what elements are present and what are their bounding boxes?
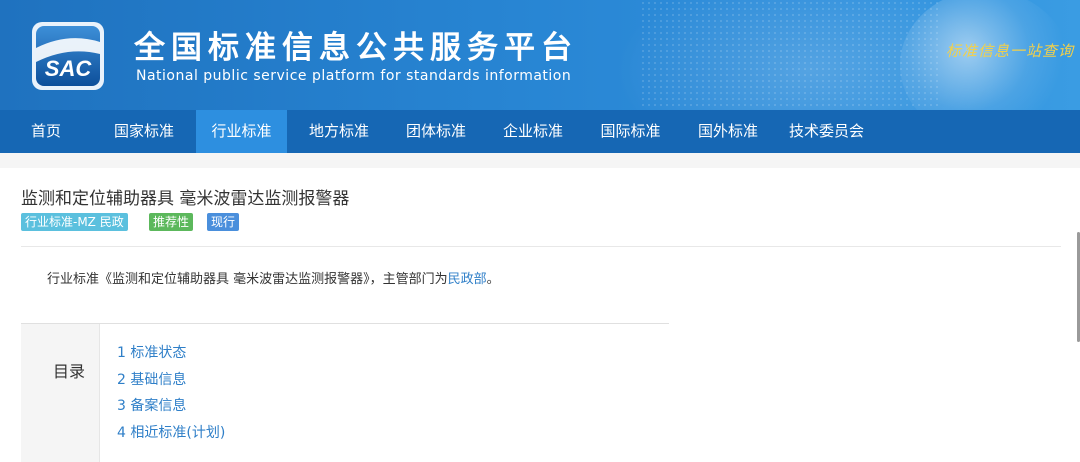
site-subtitle: National public service platform for sta…: [136, 68, 572, 84]
authority-link[interactable]: 民政部: [448, 272, 487, 287]
toc-link-filing-info[interactable]: 3 备案信息: [117, 395, 186, 415]
nav-enterprise-standards[interactable]: 企业标准: [488, 110, 578, 153]
nav-national-standards[interactable]: 国家标准: [99, 110, 189, 153]
main-nav: 首页 国家标准 行业标准 地方标准 团体标准 企业标准 国际标准 国外标准 技术…: [0, 110, 1080, 153]
toc-heading-cell: 目录: [21, 324, 100, 462]
standard-title: 监测和定位辅助器具 毫米波雷达监测报警器: [21, 189, 350, 209]
nav-technical-committees[interactable]: 技术委员会: [780, 110, 873, 153]
nav-foreign-standards[interactable]: 国外标准: [683, 110, 773, 153]
header-dot-pattern: [640, 0, 940, 110]
category-badge: 行业标准-MZ 民政: [21, 213, 128, 231]
table-of-contents: 目录 1 标准状态 2 基础信息 3 备案信息 4 相近标准(计划): [21, 323, 669, 462]
nav-home[interactable]: 首页: [0, 110, 92, 153]
sac-logo-icon: SAC: [32, 22, 104, 90]
site-title: 全国标准信息公共服务平台: [134, 30, 578, 66]
type-badge: 推荐性: [149, 213, 194, 231]
slogan-calligraphy: 标准信息一站查询: [946, 42, 1075, 60]
nav-industry-standards[interactable]: 行业标准: [196, 110, 287, 153]
standard-detail-card: 监测和定位辅助器具 毫米波雷达监测报警器 行业标准-MZ 民政 推荐性 现行 行…: [0, 168, 1080, 462]
toc-link-related-standards[interactable]: 4 相近标准(计划): [117, 422, 225, 442]
toc-link-status[interactable]: 1 标准状态: [117, 342, 186, 362]
nav-international-standards[interactable]: 国际标准: [585, 110, 676, 153]
standard-description: 行业标准《监测和定位辅助器具 毫米波雷达监测报警器》，主管部门为民政部。: [47, 268, 500, 287]
description-text: 行业标准《监测和定位辅助器具 毫米波雷达监测报警器》，主管部门为: [47, 272, 448, 287]
site-header: SAC 全国标准信息公共服务平台 National public service…: [0, 0, 1080, 110]
logo-text: SAC: [45, 56, 93, 81]
toc-heading: 目录: [53, 362, 86, 381]
sac-logo[interactable]: SAC: [30, 20, 106, 92]
nav-local-standards[interactable]: 地方标准: [294, 110, 384, 153]
toc-link-basic-info[interactable]: 2 基础信息: [117, 369, 186, 389]
description-end: 。: [486, 272, 500, 287]
divider: [21, 246, 1061, 247]
status-badge: 现行: [207, 213, 240, 231]
nav-group-standards[interactable]: 团体标准: [391, 110, 481, 153]
